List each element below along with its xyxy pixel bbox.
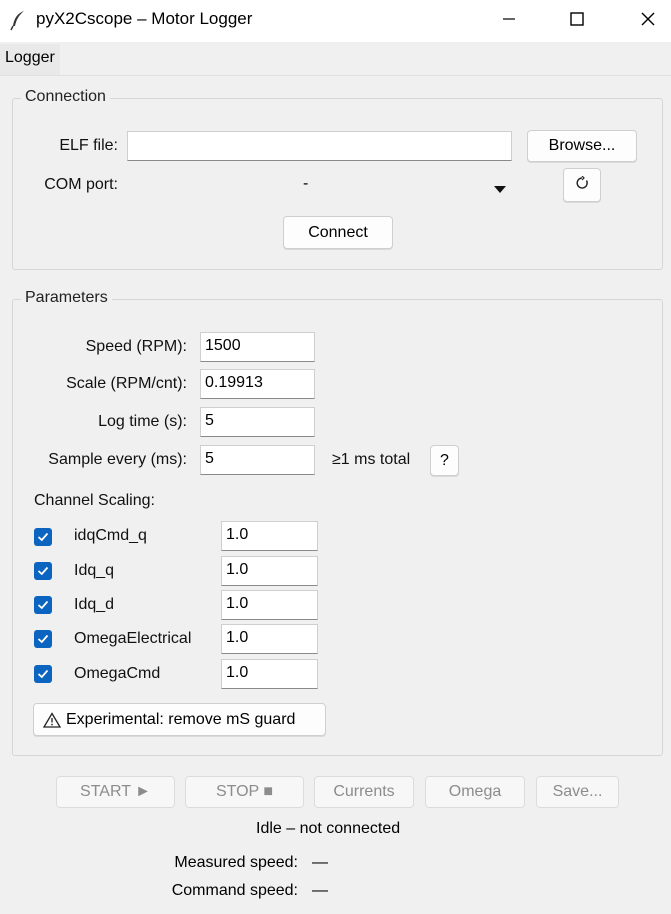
checkmark-icon	[37, 566, 49, 576]
log-time-label: Log time (s):	[98, 413, 187, 430]
checkmark-icon	[37, 634, 49, 644]
channel-checkbox-idq-d[interactable]	[34, 596, 52, 614]
omega-button[interactable]: Omega	[425, 776, 525, 808]
log-time-input[interactable]: 5	[200, 407, 315, 437]
dropdown-arrow-icon	[494, 181, 506, 199]
refresh-button[interactable]	[563, 168, 601, 202]
feather-icon	[8, 9, 30, 31]
menu-bar: Logger	[0, 44, 671, 76]
channel-scale-input[interactable]: 1.0	[221, 624, 318, 654]
sample-every-label: Sample every (ms):	[48, 451, 187, 468]
speed-input[interactable]: 1500	[200, 332, 315, 362]
channel-scale-input[interactable]: 1.0	[221, 556, 318, 586]
scale-input[interactable]: 0.19913	[200, 369, 315, 399]
currents-button[interactable]: Currents	[314, 776, 414, 808]
elf-file-input[interactable]	[127, 131, 512, 161]
channel-name: Idq_q	[74, 562, 115, 579]
checkmark-icon	[37, 600, 49, 610]
sample-hint: ≥1 ms total	[332, 451, 411, 468]
minimize-button[interactable]	[486, 0, 532, 42]
measured-speed-value: —	[312, 854, 328, 871]
channel-checkbox-omega-cmd[interactable]	[34, 665, 52, 683]
connection-group-title: Connection	[21, 88, 110, 106]
checkmark-icon	[37, 669, 49, 679]
window-title: pyX2Cscope – Motor Logger	[36, 9, 253, 28]
speed-label: Speed (RPM):	[85, 338, 187, 355]
elf-file-label: ELF file:	[59, 137, 118, 154]
close-icon	[640, 11, 656, 32]
channel-scale-input[interactable]: 1.0	[221, 521, 318, 551]
scale-label: Scale (RPM/cnt):	[66, 375, 187, 392]
checkmark-icon	[37, 532, 49, 542]
connect-button[interactable]: Connect	[283, 216, 393, 249]
maximize-button[interactable]	[554, 0, 600, 42]
close-button[interactable]	[625, 0, 671, 42]
channel-scale-input[interactable]: 1.0	[221, 659, 318, 689]
channel-scale-input[interactable]: 1.0	[221, 590, 318, 620]
com-port-select[interactable]: -	[127, 170, 512, 200]
experimental-remove-ms-guard-button[interactable]: Experimental: remove mS guard	[33, 703, 326, 736]
com-port-value: -	[303, 175, 309, 192]
stop-button[interactable]: STOP ■	[185, 776, 304, 808]
channel-name: idqCmd_q	[74, 527, 147, 544]
command-speed-label: Command speed:	[171, 882, 298, 899]
browse-button[interactable]: Browse...	[527, 130, 637, 162]
channel-scaling-label: Channel Scaling:	[34, 492, 155, 509]
save-button[interactable]: Save...	[536, 776, 619, 808]
minimize-icon	[502, 12, 516, 31]
channel-checkbox-omega-electrical[interactable]	[34, 630, 52, 648]
connection-status: Idle – not connected	[256, 820, 401, 837]
help-button[interactable]: ?	[430, 445, 459, 476]
menu-logger[interactable]: Logger	[0, 44, 60, 75]
channel-name: OmegaElectrical	[74, 630, 192, 647]
refresh-icon	[575, 175, 589, 195]
channel-checkbox-idqcmd-q[interactable]	[34, 528, 52, 546]
channel-name: Idq_d	[74, 596, 115, 613]
channel-name: OmegaCmd	[74, 665, 161, 682]
start-button[interactable]: START ►	[56, 776, 175, 808]
warning-icon	[43, 711, 61, 728]
maximize-icon	[569, 11, 585, 32]
experimental-label: Experimental: remove mS guard	[66, 710, 296, 728]
title-bar: pyX2Cscope – Motor Logger	[0, 0, 671, 42]
command-speed-value: —	[312, 882, 328, 899]
channel-checkbox-idq-q[interactable]	[34, 562, 52, 580]
sample-every-input[interactable]: 5	[200, 445, 315, 475]
com-port-label: COM port:	[44, 176, 118, 193]
parameters-group-title: Parameters	[21, 289, 112, 307]
measured-speed-label: Measured speed:	[174, 854, 298, 871]
